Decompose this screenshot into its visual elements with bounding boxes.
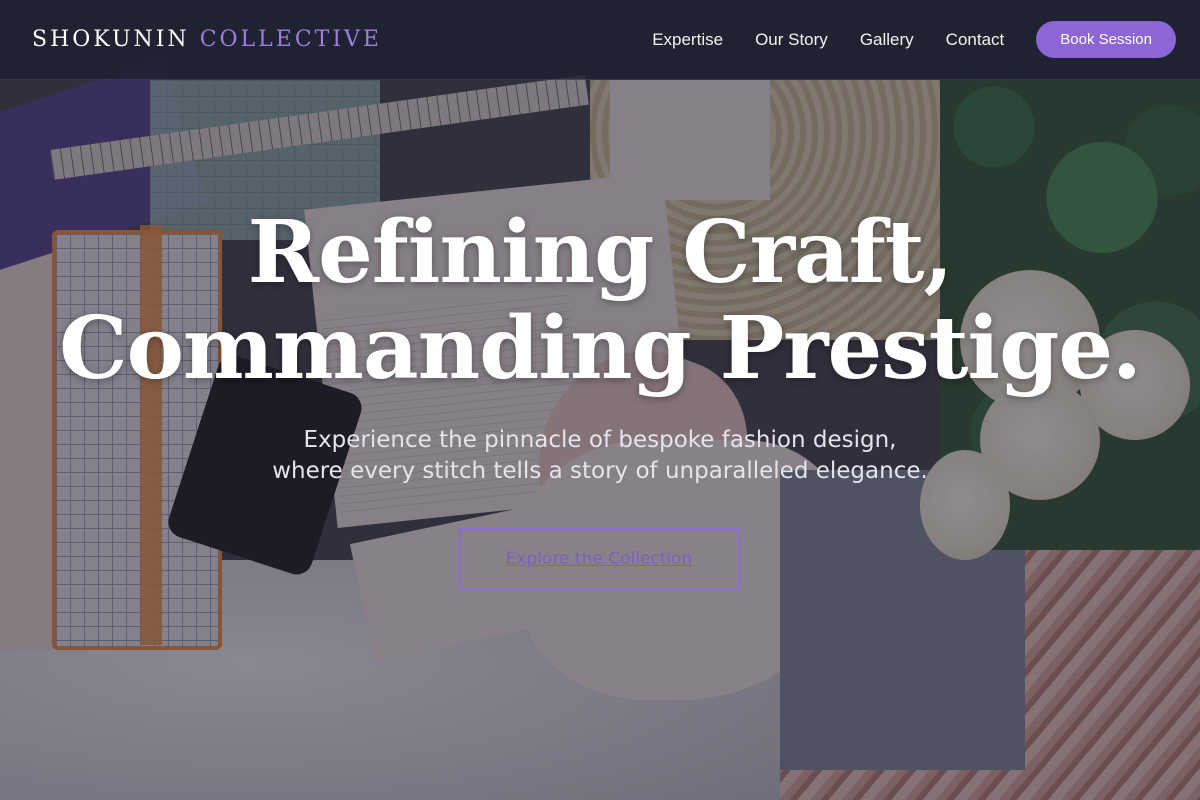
hero-headline: Refining Craft, Commanding Prestige. xyxy=(0,205,1200,397)
hero-subtitle: Experience the pinnacle of bespoke fashi… xyxy=(0,425,1200,487)
hero-section: SHOKUNIN COLLECTIVE Expertise Our Story G… xyxy=(0,0,1200,800)
top-navigation: SHOKUNIN COLLECTIVE Expertise Our Story G… xyxy=(0,0,1200,80)
subtitle-line-2: where every stitch tells a story of unpa… xyxy=(272,458,928,484)
headline-line-1: Refining Craft, xyxy=(247,202,954,303)
nav-link-contact[interactable]: Contact xyxy=(946,30,1005,50)
nav-link-expertise[interactable]: Expertise xyxy=(652,30,723,50)
book-session-button[interactable]: Book Session xyxy=(1036,21,1176,58)
brand-accent: COLLECTIVE xyxy=(199,27,382,52)
brand-logo[interactable]: SHOKUNIN COLLECTIVE xyxy=(32,27,382,52)
nav-menu: Expertise Our Story Gallery Contact Book… xyxy=(620,21,1176,58)
headline-line-2: Commanding Prestige. xyxy=(59,298,1142,399)
background-image xyxy=(0,0,1200,800)
subtitle-line-1: Experience the pinnacle of bespoke fashi… xyxy=(303,427,897,453)
nav-link-gallery[interactable]: Gallery xyxy=(860,30,914,50)
explore-collection-button[interactable]: Explore the Collection xyxy=(458,528,740,590)
brand-name: SHOKUNIN xyxy=(32,27,190,52)
nav-link-our-story[interactable]: Our Story xyxy=(755,30,828,50)
